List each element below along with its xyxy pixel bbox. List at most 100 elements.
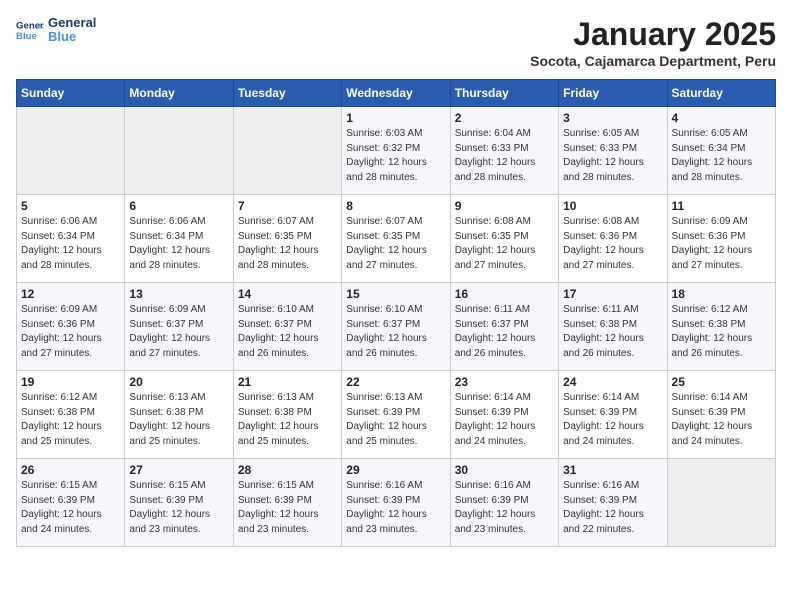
day-info: Sunrise: 6:07 AM Sunset: 6:35 PM Dayligh… [238,215,337,273]
day-cell: 26 Sunrise: 6:15 AM Sunset: 6:39 PM Dayli… [17,459,125,547]
day-cell: 17 Sunrise: 6:11 AM Sunset: 6:38 PM Dayli… [559,283,667,371]
week-row: 26 Sunrise: 6:15 AM Sunset: 6:39 PM Dayli… [17,459,776,547]
week-row: 19 Sunrise: 6:12 AM Sunset: 6:38 PM Dayli… [17,371,776,459]
logo: General Blue General Blue [16,16,96,45]
week-row: 1Sunrise: 6:03 AM Sunset: 6:32 PM Daylig… [17,107,776,195]
day-info: Sunrise: 6:13 AM Sunset: 6:38 PM Dayligh… [129,391,228,449]
day-number: 20 [129,375,228,389]
day-info: Sunrise: 6:15 AM Sunset: 6:39 PM Dayligh… [238,479,337,537]
day-info: Sunrise: 6:09 AM Sunset: 6:36 PM Dayligh… [21,303,120,361]
day-cell: 18 Sunrise: 6:12 AM Sunset: 6:38 PM Dayli… [667,283,775,371]
day-info: Sunrise: 6:08 AM Sunset: 6:36 PM Dayligh… [563,215,662,273]
day-cell: 30 Sunrise: 6:16 AM Sunset: 6:39 PM Dayli… [450,459,558,547]
day-cell: 1Sunrise: 6:03 AM Sunset: 6:32 PM Daylig… [342,107,450,195]
day-info: Sunrise: 6:05 AM Sunset: 6:33 PM Dayligh… [563,127,662,185]
day-cell [233,107,341,195]
header-day: Monday [125,80,233,107]
day-number: 29 [346,463,445,477]
day-info: Sunrise: 6:09 AM Sunset: 6:36 PM Dayligh… [672,215,771,273]
logo-line2: Blue [48,30,96,44]
day-number: 24 [563,375,662,389]
day-info: Sunrise: 6:12 AM Sunset: 6:38 PM Dayligh… [21,391,120,449]
day-number: 26 [21,463,120,477]
day-info: Sunrise: 6:16 AM Sunset: 6:39 PM Dayligh… [563,479,662,537]
day-info: Sunrise: 6:11 AM Sunset: 6:37 PM Dayligh… [455,303,554,361]
day-cell: 7 Sunrise: 6:07 AM Sunset: 6:35 PM Daylig… [233,195,341,283]
day-number: 27 [129,463,228,477]
day-number: 25 [672,375,771,389]
header-day: Thursday [450,80,558,107]
calendar-body: 1Sunrise: 6:03 AM Sunset: 6:32 PM Daylig… [17,107,776,547]
day-cell: 4 Sunrise: 6:05 AM Sunset: 6:34 PM Daylig… [667,107,775,195]
day-number: 18 [672,287,771,301]
day-number: 7 [238,199,337,213]
day-info: Sunrise: 6:11 AM Sunset: 6:38 PM Dayligh… [563,303,662,361]
day-info: Sunrise: 6:04 AM Sunset: 6:33 PM Dayligh… [455,127,554,185]
day-number: 9 [455,199,554,213]
day-number: 31 [563,463,662,477]
day-number: 22 [346,375,445,389]
day-number: 23 [455,375,554,389]
header-day: Friday [559,80,667,107]
week-row: 12 Sunrise: 6:09 AM Sunset: 6:36 PM Dayli… [17,283,776,371]
day-info: Sunrise: 6:15 AM Sunset: 6:39 PM Dayligh… [129,479,228,537]
day-cell: 27 Sunrise: 6:15 AM Sunset: 6:39 PM Dayli… [125,459,233,547]
day-cell: 3 Sunrise: 6:05 AM Sunset: 6:33 PM Daylig… [559,107,667,195]
calendar-header: SundayMondayTuesdayWednesdayThursdayFrid… [17,80,776,107]
day-number: 2 [455,111,554,125]
day-cell: 29 Sunrise: 6:16 AM Sunset: 6:39 PM Dayli… [342,459,450,547]
day-info: Sunrise: 6:10 AM Sunset: 6:37 PM Dayligh… [346,303,445,361]
day-number: 30 [455,463,554,477]
day-info: Sunrise: 6:10 AM Sunset: 6:37 PM Dayligh… [238,303,337,361]
day-number: 13 [129,287,228,301]
header-day: Saturday [667,80,775,107]
day-number: 19 [21,375,120,389]
day-number: 11 [672,199,771,213]
day-number: 28 [238,463,337,477]
day-info: Sunrise: 6:05 AM Sunset: 6:34 PM Dayligh… [672,127,771,185]
day-info: Sunrise: 6:08 AM Sunset: 6:35 PM Dayligh… [455,215,554,273]
day-info: Sunrise: 6:16 AM Sunset: 6:39 PM Dayligh… [455,479,554,537]
day-cell: 10Sunrise: 6:08 AM Sunset: 6:36 PM Dayli… [559,195,667,283]
day-cell [17,107,125,195]
day-info: Sunrise: 6:14 AM Sunset: 6:39 PM Dayligh… [672,391,771,449]
day-info: Sunrise: 6:14 AM Sunset: 6:39 PM Dayligh… [455,391,554,449]
week-row: 5Sunrise: 6:06 AM Sunset: 6:34 PM Daylig… [17,195,776,283]
day-number: 21 [238,375,337,389]
day-info: Sunrise: 6:16 AM Sunset: 6:39 PM Dayligh… [346,479,445,537]
day-info: Sunrise: 6:13 AM Sunset: 6:39 PM Dayligh… [346,391,445,449]
day-info: Sunrise: 6:06 AM Sunset: 6:34 PM Dayligh… [129,215,228,273]
day-cell [125,107,233,195]
day-cell: 14Sunrise: 6:10 AM Sunset: 6:37 PM Dayli… [233,283,341,371]
day-number: 12 [21,287,120,301]
day-cell: 12 Sunrise: 6:09 AM Sunset: 6:36 PM Dayli… [17,283,125,371]
day-cell: 13Sunrise: 6:09 AM Sunset: 6:37 PM Dayli… [125,283,233,371]
day-cell: 15Sunrise: 6:10 AM Sunset: 6:37 PM Dayli… [342,283,450,371]
day-info: Sunrise: 6:15 AM Sunset: 6:39 PM Dayligh… [21,479,120,537]
day-cell: 20 Sunrise: 6:13 AM Sunset: 6:38 PM Dayli… [125,371,233,459]
day-number: 8 [346,199,445,213]
day-cell: 25 Sunrise: 6:14 AM Sunset: 6:39 PM Dayli… [667,371,775,459]
day-number: 3 [563,111,662,125]
header-day: Tuesday [233,80,341,107]
day-cell: 9 Sunrise: 6:08 AM Sunset: 6:35 PM Daylig… [450,195,558,283]
day-cell [667,459,775,547]
day-info: Sunrise: 6:07 AM Sunset: 6:35 PM Dayligh… [346,215,445,273]
day-number: 17 [563,287,662,301]
day-info: Sunrise: 6:14 AM Sunset: 6:39 PM Dayligh… [563,391,662,449]
day-number: 16 [455,287,554,301]
day-cell: 5Sunrise: 6:06 AM Sunset: 6:34 PM Daylig… [17,195,125,283]
day-cell: 8 Sunrise: 6:07 AM Sunset: 6:35 PM Daylig… [342,195,450,283]
day-info: Sunrise: 6:12 AM Sunset: 6:38 PM Dayligh… [672,303,771,361]
title-area: January 2025 Socota, Cajamarca Departmen… [530,16,776,69]
day-cell: 24 Sunrise: 6:14 AM Sunset: 6:39 PM Dayli… [559,371,667,459]
day-cell: 19 Sunrise: 6:12 AM Sunset: 6:38 PM Dayli… [17,371,125,459]
logo-icon: General Blue [16,16,44,44]
day-number: 4 [672,111,771,125]
day-cell: 16 Sunrise: 6:11 AM Sunset: 6:37 PM Dayli… [450,283,558,371]
location: Socota, Cajamarca Department, Peru [530,53,776,69]
day-cell: 11 Sunrise: 6:09 AM Sunset: 6:36 PM Dayli… [667,195,775,283]
calendar-table: SundayMondayTuesdayWednesdayThursdayFrid… [16,79,776,547]
logo-line1: General [48,16,96,30]
svg-text:Blue: Blue [16,31,37,42]
